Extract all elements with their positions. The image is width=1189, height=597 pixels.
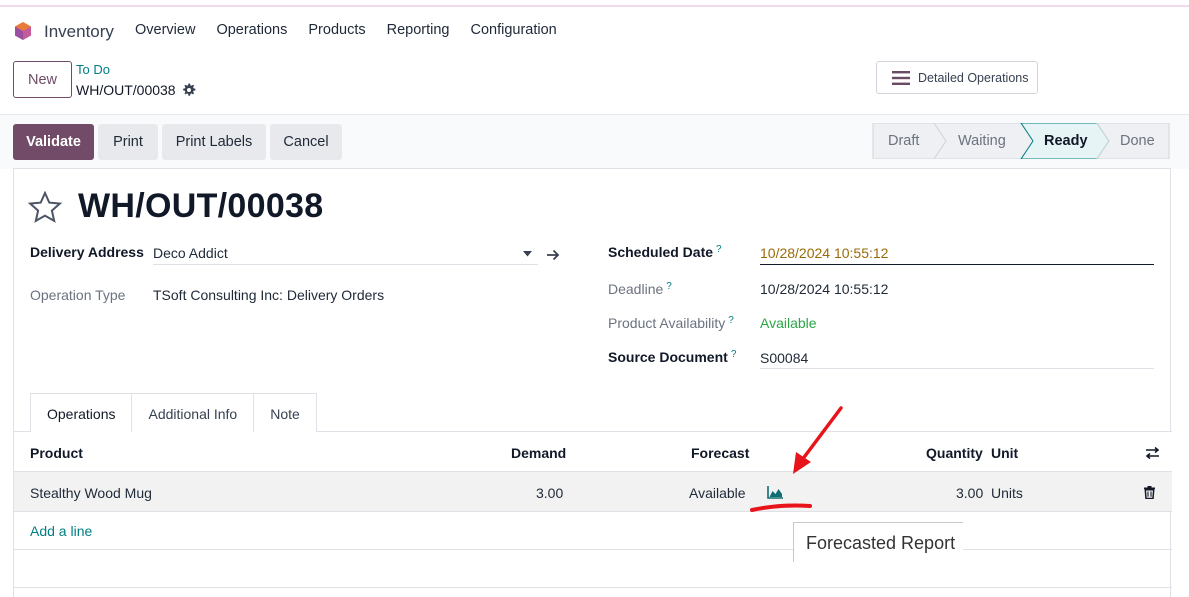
add-line-row: Add a line bbox=[14, 512, 1172, 550]
inventory-app-icon[interactable] bbox=[13, 21, 33, 41]
print-labels-button[interactable]: Print Labels bbox=[162, 124, 266, 160]
column-demand[interactable]: Demand bbox=[511, 445, 566, 461]
source-document-label: Source Document? bbox=[608, 349, 737, 365]
gear-icon[interactable] bbox=[182, 83, 196, 97]
breadcrumb-parent[interactable]: To Do bbox=[76, 62, 110, 77]
action-bar: Validate Print Print Labels Cancel Draft… bbox=[0, 115, 1189, 169]
detailed-operations-label: Detailed Operations bbox=[918, 71, 1029, 85]
tab-operations[interactable]: Operations bbox=[30, 393, 133, 433]
table-row[interactable]: Stealthy Wood Mug 3.00 Available 3.00 Un… bbox=[14, 472, 1172, 512]
delivery-address-underline bbox=[153, 264, 538, 265]
delivery-address-input[interactable]: Deco Addict bbox=[153, 245, 228, 261]
source-document-input[interactable]: S00084 bbox=[760, 350, 808, 366]
breadcrumb-current: WH/OUT/00038 bbox=[76, 82, 176, 98]
row-product[interactable]: Stealthy Wood Mug bbox=[30, 485, 152, 501]
top-accent-line bbox=[0, 5, 1189, 7]
optional-columns-icon[interactable] bbox=[1145, 447, 1160, 459]
status-done[interactable]: Done bbox=[1120, 133, 1155, 149]
validate-button[interactable]: Validate bbox=[13, 124, 94, 160]
form-sheet: WH/OUT/00038 Delivery Address Deco Addic… bbox=[13, 168, 1172, 597]
new-button[interactable]: New bbox=[13, 61, 72, 98]
cancel-button[interactable]: Cancel bbox=[270, 124, 342, 160]
help-tooltip-icon[interactable]: ? bbox=[728, 315, 734, 326]
tab-note[interactable]: Note bbox=[254, 393, 317, 432]
print-button[interactable]: Print bbox=[98, 124, 158, 160]
tab-additional-info[interactable]: Additional Info bbox=[132, 393, 255, 432]
delivery-address-label: Delivery Address bbox=[30, 244, 144, 260]
row-quantity[interactable]: 3.00 bbox=[956, 485, 983, 501]
status-draft[interactable]: Draft bbox=[888, 133, 919, 149]
tooltip-text: Forecasted Report bbox=[806, 533, 956, 553]
forecasted-report-tooltip: Forecasted Report bbox=[793, 522, 963, 562]
help-tooltip-icon[interactable]: ? bbox=[716, 244, 722, 255]
status-waiting[interactable]: Waiting bbox=[958, 133, 1006, 149]
deadline-label: Deadline? bbox=[608, 281, 672, 297]
scheduled-date-label: Scheduled Date? bbox=[608, 244, 722, 260]
list-icon bbox=[892, 71, 910, 85]
column-product[interactable]: Product bbox=[30, 445, 83, 461]
status-ready[interactable]: Ready bbox=[1044, 133, 1088, 149]
menu-operations[interactable]: Operations bbox=[216, 22, 287, 38]
menu-configuration[interactable]: Configuration bbox=[470, 22, 556, 38]
arrow-right-icon[interactable] bbox=[546, 249, 560, 261]
help-tooltip-icon[interactable]: ? bbox=[666, 281, 672, 292]
menu-reporting[interactable]: Reporting bbox=[387, 22, 450, 38]
empty-row bbox=[14, 550, 1172, 588]
main-menu: Overview Operations Products Reporting C… bbox=[135, 22, 578, 38]
caret-down-icon[interactable] bbox=[523, 251, 532, 257]
deadline-value: 10/28/2024 10:55:12 bbox=[760, 281, 889, 297]
operation-type-value[interactable]: TSoft Consulting Inc: Delivery Orders bbox=[153, 287, 384, 303]
control-panel: New To Do WH/OUT/00038 Detailed Operatio… bbox=[0, 52, 1189, 115]
record-title: WH/OUT/00038 bbox=[78, 187, 324, 225]
star-icon[interactable] bbox=[28, 191, 62, 223]
annotation-arrow bbox=[750, 406, 843, 512]
app-name[interactable]: Inventory bbox=[44, 22, 114, 42]
detailed-operations-button[interactable]: Detailed Operations bbox=[876, 61, 1038, 94]
add-line-link[interactable]: Add a line bbox=[30, 523, 92, 539]
column-unit[interactable]: Unit bbox=[991, 445, 1018, 461]
source-document-underline bbox=[760, 368, 1154, 369]
operation-type-label: Operation Type bbox=[30, 287, 126, 303]
row-demand[interactable]: 3.00 bbox=[536, 485, 563, 501]
menu-products[interactable]: Products bbox=[308, 22, 365, 38]
scheduled-date-input[interactable]: 10/28/2024 10:55:12 bbox=[760, 245, 888, 261]
help-tooltip-icon[interactable]: ? bbox=[731, 349, 737, 360]
top-navbar: Inventory Overview Operations Products R… bbox=[0, 8, 1189, 52]
product-availability-value: Available bbox=[760, 315, 817, 331]
product-availability-label: Product Availability? bbox=[608, 315, 734, 331]
notebook-tabs: Operations Additional Info Note bbox=[30, 393, 317, 433]
scheduled-date-underline bbox=[760, 264, 1154, 265]
row-unit[interactable]: Units bbox=[991, 485, 1023, 501]
menu-overview[interactable]: Overview bbox=[135, 22, 195, 38]
column-quantity[interactable]: Quantity bbox=[926, 445, 983, 461]
row-forecast: Available bbox=[689, 485, 746, 501]
statusbar: Draft Waiting Ready Done bbox=[871, 123, 1170, 159]
trash-icon[interactable] bbox=[1144, 486, 1155, 499]
table-header: Product Demand Forecast Quantity Unit bbox=[14, 432, 1172, 472]
